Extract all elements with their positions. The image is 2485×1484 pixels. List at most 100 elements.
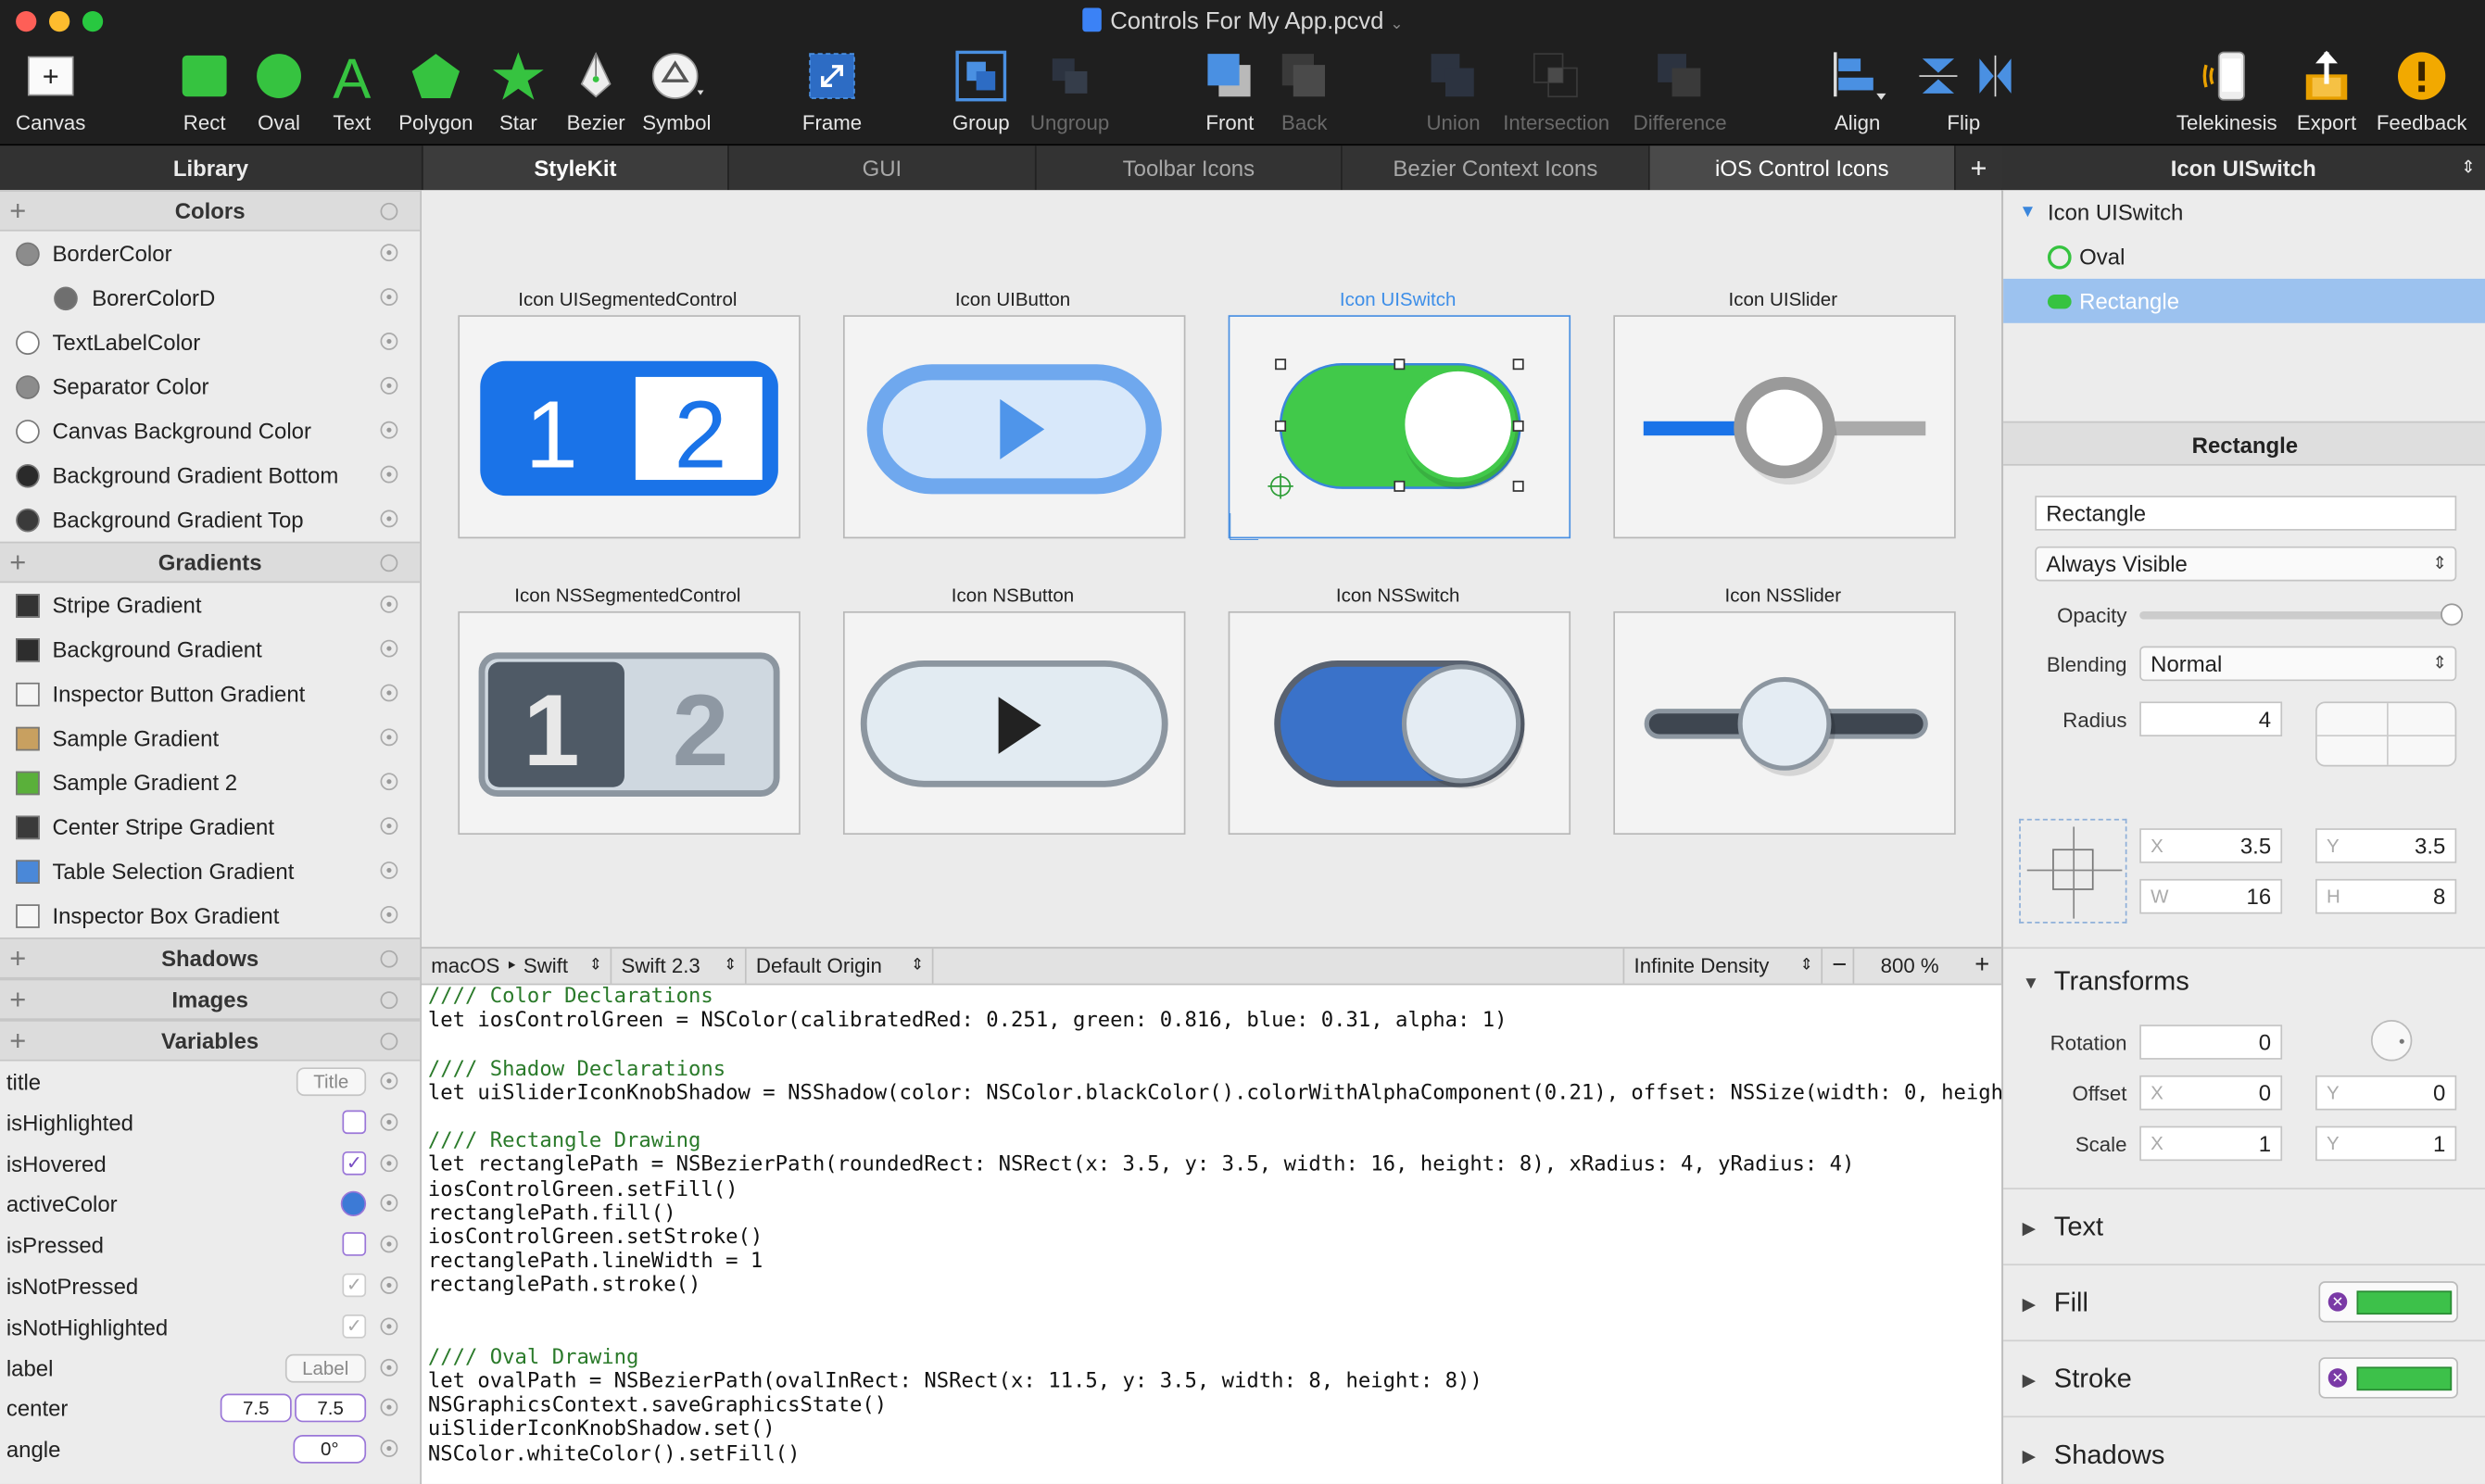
- target-icon[interactable]: [380, 1440, 398, 1458]
- offset-y-field[interactable]: Y0: [2315, 1075, 2457, 1111]
- triangle-right-icon[interactable]: ▶: [2023, 1218, 2036, 1239]
- fill-color-well[interactable]: ✕: [2318, 1281, 2458, 1323]
- tree-item-oval[interactable]: Oval: [2003, 234, 2485, 279]
- add-gradient-icon[interactable]: +: [9, 543, 26, 583]
- visibility-popup[interactable]: Always Visible: [2035, 546, 2457, 582]
- target-icon[interactable]: [380, 288, 398, 306]
- target-icon[interactable]: [380, 465, 398, 484]
- triangle-down-icon[interactable]: ▼: [2023, 974, 2040, 993]
- variable-color-well[interactable]: [340, 1191, 367, 1217]
- add-variable-icon[interactable]: +: [9, 1022, 26, 1062]
- triangle-down-icon[interactable]: ▼: [2019, 190, 2037, 234]
- target-icon[interactable]: [380, 728, 398, 747]
- tab-bezier-context-icons[interactable]: Bezier Context Icons: [1341, 145, 1648, 191]
- variable-item[interactable]: label Label: [0, 1347, 420, 1388]
- inspector-header[interactable]: Icon UISwitch ⇕: [2001, 145, 2485, 191]
- canvas-nsbutton[interactable]: [842, 610, 1186, 836]
- target-icon[interactable]: [380, 333, 398, 350]
- color-item[interactable]: Background Gradient Bottom: [0, 453, 420, 497]
- stroke-section[interactable]: ▶ Stroke ✕: [2003, 1339, 2485, 1415]
- stroke-color-well[interactable]: ✕: [2318, 1357, 2458, 1399]
- gradient-item[interactable]: Center Stripe Gradient: [0, 805, 420, 849]
- variable-checkbox[interactable]: [342, 1110, 367, 1134]
- shadows-section[interactable]: ▶ Shadows: [2003, 1415, 2485, 1484]
- frame-resizing-icon[interactable]: [2019, 818, 2127, 924]
- generated-code-view[interactable]: //// Color Declarations let iosControlGre…: [421, 985, 2002, 1484]
- target-icon[interactable]: [380, 376, 398, 395]
- variable-item[interactable]: activeColor: [0, 1184, 420, 1225]
- triangle-right-icon[interactable]: ▶: [2023, 1294, 2036, 1315]
- triangle-right-icon[interactable]: ▶: [2023, 1370, 2036, 1391]
- target-icon[interactable]: [380, 773, 398, 791]
- opacity-slider-knob[interactable]: [2441, 603, 2464, 626]
- toolbar-symbol-button[interactable]: Symbol: [622, 44, 733, 140]
- remove-icon[interactable]: ✕: [2327, 1368, 2348, 1388]
- add-tab-button[interactable]: +: [1954, 145, 2002, 191]
- colors-section-header[interactable]: + Colors: [0, 190, 421, 232]
- variable-item[interactable]: angle 0°: [0, 1428, 420, 1469]
- height-field[interactable]: H8: [2315, 878, 2457, 914]
- variable-angle-field[interactable]: 0°: [293, 1435, 367, 1465]
- toolbar-frame-button[interactable]: Frame: [776, 44, 888, 140]
- target-icon[interactable]: [380, 1153, 398, 1172]
- y-field[interactable]: Y 3.5: [2315, 828, 2457, 863]
- swift-version-popup[interactable]: Swift 2.3 ⇕: [612, 949, 747, 984]
- target-icon[interactable]: [380, 1358, 398, 1377]
- add-color-icon[interactable]: +: [9, 192, 26, 232]
- variable-item[interactable]: isNotPressed ✓: [0, 1265, 420, 1306]
- drawing-canvas[interactable]: Icon UISegmentedControl 1 2 Icon UIButto…: [421, 190, 2002, 948]
- remove-icon[interactable]: ✕: [2327, 1292, 2348, 1312]
- variable-item[interactable]: isHighlighted: [0, 1102, 420, 1143]
- tab-toolbar-icons[interactable]: Toolbar Icons: [1034, 145, 1342, 191]
- toolbar-ungroup-button[interactable]: Ungroup: [1015, 44, 1126, 140]
- toolbar-canvas-button[interactable]: + Canvas: [0, 44, 107, 140]
- color-item[interactable]: Canvas Background Color: [0, 409, 420, 453]
- toolbar-back-button[interactable]: Back: [1249, 44, 1360, 140]
- color-item[interactable]: Background Gradient Top: [0, 497, 420, 542]
- transforms-section[interactable]: ▼ Transforms: [2003, 947, 2485, 1020]
- tree-item-rectangle[interactable]: Rectangle: [2003, 278, 2485, 323]
- canvas-uiswitch[interactable]: [1228, 315, 1571, 541]
- width-field[interactable]: W 16: [2139, 878, 2283, 914]
- variable-item[interactable]: center 7.5 7.5: [0, 1388, 420, 1428]
- rotation-field[interactable]: 0: [2139, 1025, 2283, 1060]
- add-image-icon[interactable]: +: [9, 980, 26, 1020]
- color-item[interactable]: BorerColorD: [0, 275, 420, 320]
- gradients-section-header[interactable]: + Gradients: [0, 541, 421, 584]
- target-icon[interactable]: [380, 421, 398, 439]
- canvas-nsswitch[interactable]: [1228, 610, 1571, 836]
- variable-item[interactable]: isPressed: [0, 1225, 420, 1265]
- triangle-right-icon[interactable]: ▶: [2023, 1446, 2036, 1467]
- color-item[interactable]: Separator Color: [0, 364, 420, 409]
- gradient-item[interactable]: Stripe Gradient: [0, 583, 420, 627]
- target-icon[interactable]: [380, 1317, 398, 1335]
- shadows-section-header[interactable]: + Shadows: [0, 937, 421, 979]
- zoom-out-button[interactable]: −: [1823, 949, 1855, 984]
- platform-popup[interactable]: macOS ‣ Swift ⇕: [422, 949, 612, 984]
- target-icon[interactable]: [380, 861, 398, 879]
- variable-item[interactable]: isHovered ✓: [0, 1143, 420, 1184]
- opacity-slider[interactable]: [2139, 603, 2464, 626]
- fill-section[interactable]: ▶ Fill ✕: [2003, 1264, 2485, 1339]
- scale-x-field[interactable]: X1: [2139, 1126, 2283, 1162]
- target-icon[interactable]: [380, 1235, 398, 1253]
- gradient-item[interactable]: Inspector Box Gradient: [0, 893, 420, 937]
- toolbar-difference-button[interactable]: Difference: [1624, 44, 1735, 140]
- shape-name-field[interactable]: Rectangle: [2035, 496, 2457, 531]
- toolbar-flip-button[interactable]: Flip: [1908, 44, 2019, 140]
- target-icon[interactable]: [380, 1194, 398, 1213]
- text-section[interactable]: ▶ Text: [2003, 1188, 2485, 1264]
- color-item[interactable]: TextLabelColor: [0, 320, 420, 364]
- target-icon[interactable]: [380, 905, 398, 924]
- variable-checkbox[interactable]: ✓: [342, 1151, 367, 1175]
- images-section-header[interactable]: + Images: [0, 978, 421, 1021]
- variable-checkbox[interactable]: ✓: [342, 1273, 367, 1298]
- variable-x-field[interactable]: 7.5: [220, 1394, 292, 1423]
- density-popup[interactable]: Infinite Density ⇕: [1622, 949, 1823, 984]
- target-icon[interactable]: [380, 244, 398, 262]
- variable-value-field[interactable]: Label: [284, 1353, 367, 1382]
- gradient-item[interactable]: Background Gradient: [0, 627, 420, 672]
- scale-y-field[interactable]: Y1: [2315, 1126, 2457, 1162]
- corner-radius-control[interactable]: [2315, 701, 2457, 767]
- variable-checkbox[interactable]: [342, 1232, 367, 1257]
